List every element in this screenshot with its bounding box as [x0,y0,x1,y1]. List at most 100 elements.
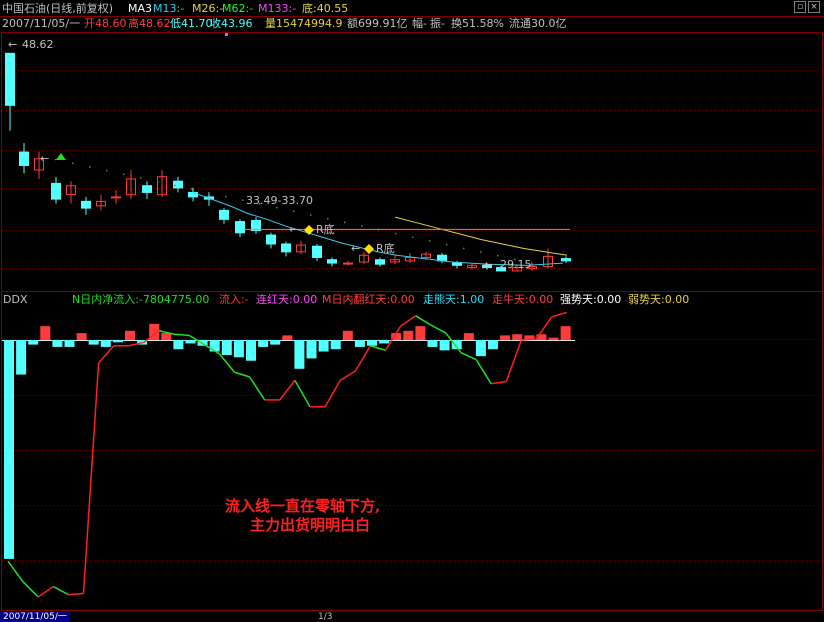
ddx-bar-positive [512,334,523,340]
ddx-bar-negative [88,340,99,345]
candle-down [452,262,462,266]
ddx-flow-segment [430,324,447,334]
ma62-dot [548,266,550,268]
ddx-flow-segment [460,351,477,361]
info-volume: 量15474994.9 [265,17,343,30]
ma62-dot [429,240,431,242]
ddx-bar-positive [125,330,135,340]
ddx-bar-positive [415,326,426,340]
ma62-dot [293,210,295,213]
ddx-bar-negative [270,340,281,345]
ddx-bear-days: 走熊天:1.00 [423,293,485,306]
r-bottom-marker-1 [304,225,314,235]
arrow-glyph: ← [8,38,17,51]
arrow-glyph: ← [351,242,360,255]
ddx-flow-segment [551,311,567,318]
ddx-flow-segment [174,333,190,337]
ddx-bar-negative [4,340,14,559]
ma62-dot [463,247,465,250]
quote-info-bar: 2007/11/05/一 开48.60 高48.62 低41.70 收43.96… [0,17,824,31]
ma62-dot [174,184,176,187]
ddx-bar-negative [379,340,390,344]
ddx-weak-trend: 弱势天:0.00 [628,293,690,306]
r-bottom-label-2: R底 [376,241,395,255]
ddx-flow-segment [82,362,100,594]
candle-down [266,234,276,245]
info-date: 2007/11/05/一 [2,17,81,30]
arrow-glyph: ← [484,258,493,271]
bottom-label: 底:40.55 [302,2,349,15]
ddx-flow-segment [294,379,311,408]
info-amp: 幅- [412,17,427,30]
ddx-bar-positive [560,326,571,340]
ma26-label: M26:- [192,2,224,15]
ddx-bar-positive [342,330,353,340]
ma62-dot [446,243,448,246]
ddx-name: DDX [3,293,28,306]
ddx-bar-positive [463,333,474,340]
info-turnover: 换51.58% [451,17,504,30]
ma62-dot [225,195,227,198]
page-indicator: 1/3 [318,612,333,622]
r-bottom-label-1: R底 [316,222,335,236]
ddx-flow-segment [415,315,432,326]
ddx-flow-segment [279,379,296,401]
ma62-dot [395,232,397,235]
info-low: 低41.70 [170,17,213,30]
ddx-red-days: 连红天:0.00 [256,293,318,306]
ddx-bar-negative [354,340,365,347]
ma62-dot [89,166,91,168]
ddx-bar-negative [488,340,498,350]
candle-down [235,221,245,234]
candle-down [19,151,29,166]
ma62-dot [123,173,125,176]
low-price-label: 29.15 [500,258,532,271]
info-amount: 额699.91亿 [347,17,408,30]
ddx-bar-positive [548,337,559,340]
cursor-date-box: 2007/11/05/一 [0,612,70,622]
close-icon[interactable]: × [808,1,820,13]
candle-down [51,182,61,200]
ddx-bar-negative [52,340,63,347]
ma62-dot [140,177,142,179]
ddx-m-red-days: M日内翻红天:0.00 [322,293,415,306]
ddx-flow-segment [98,345,115,364]
ddx-bar-negative [427,340,438,347]
high-price-label: 48.62 [22,38,54,51]
ddx-flow-segment [505,339,523,382]
candle-down [219,209,229,220]
ma62-dot [157,180,159,183]
candle-up [111,196,121,199]
ddx-bar-negative [246,340,256,361]
info-zhen: 振- [430,17,445,30]
ddx-bar-negative [100,340,111,347]
ddx-flow-segment [7,560,24,583]
cross-marker [225,33,228,36]
ddx-bar-negative [185,340,196,344]
ma62-dot [497,255,499,257]
ddx-bar-positive [282,335,293,340]
annotation-line-2: 主力出货明明白白 [250,516,371,534]
ma62-dot [242,199,244,201]
ddx-flow-segment [248,376,266,401]
candle-down [281,243,291,253]
ddx-bar-negative [318,340,329,352]
ma62-dot [480,251,482,253]
ddx-flow-segment [370,345,386,352]
ma62-dot [344,221,346,224]
ddx-bar-positive [161,333,172,340]
ddx-bar-negative [16,340,27,375]
chart-frame [1,32,823,611]
info-close: 收43.96 [210,17,253,30]
ddx-flow-segment [218,353,236,373]
candle-down [561,258,571,262]
info-high: 高48.62 [128,17,171,30]
ma62-dot [208,192,210,194]
restore-icon[interactable]: ▫ [794,1,806,13]
ddx-bar-positive [500,335,511,340]
ma62-dot [361,225,363,227]
ma13-label: M13:- [153,2,185,15]
ddx-bar-negative [294,340,305,369]
ddx-flow-segment [339,370,356,381]
ddx-flow-segment [354,345,372,372]
